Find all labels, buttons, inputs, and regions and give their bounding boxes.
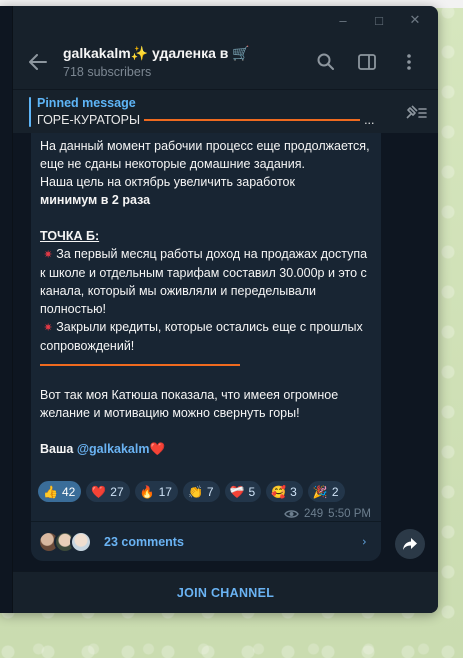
unpin-list-icon (406, 104, 427, 119)
reactions-row: 👍 42 ❤️ 27 🔥 17 👏 7 ❤️‍🩹 5 🥰 3 🎉 2 (38, 481, 345, 502)
back-button[interactable] (13, 34, 63, 89)
thumbs-up-icon: 👍 (43, 484, 58, 499)
more-button[interactable] (398, 51, 420, 73)
pinned-indicator (29, 96, 31, 127)
heart-icon: ❤️ (149, 442, 166, 456)
channel-info[interactable]: galkakalm✨ удаленка в 🛒 718 subscribers (63, 44, 314, 79)
chevron-right-icon (363, 539, 366, 544)
message-line: Наша цель на октябрь увеличить заработок (40, 175, 295, 189)
reaction-love-face[interactable]: 🥰 3 (266, 481, 303, 502)
avatar (70, 530, 92, 553)
search-button[interactable] (314, 51, 336, 73)
pinned-label: Pinned message (37, 96, 136, 110)
bullet-item: ✷ Закрыли кредиты, которые остались еще … (40, 320, 363, 353)
eye-icon (284, 510, 299, 518)
fire-icon: 🔥 (139, 484, 155, 499)
party-popper-icon: 🎉 (312, 484, 328, 499)
orange-divider (40, 364, 240, 366)
more-vertical-icon (407, 53, 411, 70)
share-arrow-icon (403, 538, 417, 550)
window-controls: – □ ✕ (336, 6, 438, 34)
message-line: Вот так моя Катюша показала, что имеея о… (40, 388, 339, 420)
minimize-icon[interactable]: – (336, 13, 350, 28)
reaction-heart[interactable]: ❤️ 27 (86, 481, 130, 502)
sidebar-toggle-icon (358, 53, 376, 70)
chat-list-edge (0, 6, 13, 613)
chat-area[interactable]: На данный момент рабочии процесс еще про… (13, 133, 438, 571)
mending-heart-icon: ❤️‍🩹 (229, 484, 245, 499)
bullet-item: ✷ За первый месяц работы доход на продаж… (40, 247, 368, 316)
reaction-mending-heart[interactable]: ❤️‍🩹 5 (224, 481, 262, 502)
share-button[interactable] (395, 529, 425, 559)
back-arrow-icon (29, 53, 47, 70)
sidebar-toggle-button[interactable] (356, 51, 378, 73)
header-actions (314, 51, 438, 73)
message-bubble[interactable]: На данный момент рабочии процесс еще про… (31, 133, 381, 561)
maximize-icon[interactable]: □ (372, 13, 386, 28)
clap-icon: 👏 (187, 484, 203, 499)
channel-title: galkakalm✨ удаленка в 🛒 (63, 45, 250, 61)
pinned-message-bar[interactable]: Pinned message ГОРЕ-КУРАТОРЫ ... (13, 89, 438, 133)
love-face-icon: 🥰 (271, 484, 287, 499)
mention-link[interactable]: @galkakalm (77, 442, 150, 456)
channel-footer: JOIN CHANNEL (13, 571, 438, 613)
comments-button[interactable]: 23 comments (31, 522, 381, 561)
signature: Ваша @galkakalm❤️ (40, 442, 166, 456)
chat-header: galkakalm✨ удаленка в 🛒 718 subscribers (13, 34, 438, 89)
close-icon[interactable]: ✕ (408, 12, 422, 28)
reaction-fire[interactable]: 🔥 17 (134, 481, 178, 502)
reaction-clap[interactable]: 👏 7 (182, 481, 220, 502)
pinned-orange-line (144, 119, 361, 121)
unpin-button[interactable] (394, 104, 438, 120)
message-line: На данный момент рабочии процесс еще про… (40, 139, 370, 171)
telegram-window: – □ ✕ galkakalm✨ удаленка в 🛒 718 subscr… (0, 6, 438, 613)
comments-label: 23 comments (104, 534, 184, 549)
heart-icon: ❤️ (91, 484, 107, 499)
asterisk-icon: ✷ (43, 322, 53, 334)
pinned-preview: ГОРЕ-КУРАТОРЫ ... (37, 113, 394, 127)
pinned-preview-text: ГОРЕ-КУРАТОРЫ (37, 113, 141, 127)
reaction-party[interactable]: 🎉 2 (307, 481, 345, 502)
reaction-thumbs-up[interactable]: 👍 42 (38, 481, 82, 502)
pinned-content: Pinned message ГОРЕ-КУРАТОРЫ ... (37, 96, 394, 127)
pinned-ellipsis: ... (364, 113, 375, 127)
section-title: ТОЧКА Б: (40, 229, 100, 243)
commenter-avatars (38, 530, 92, 553)
message-text: На данный момент рабочии процесс еще про… (40, 137, 372, 458)
join-channel-button[interactable]: JOIN CHANNEL (177, 586, 274, 600)
search-icon (317, 53, 334, 70)
asterisk-icon: ✷ (43, 249, 53, 261)
message-bold-line: минимум в 2 раза (40, 193, 151, 207)
subscriber-count: 718 subscribers (63, 65, 152, 79)
